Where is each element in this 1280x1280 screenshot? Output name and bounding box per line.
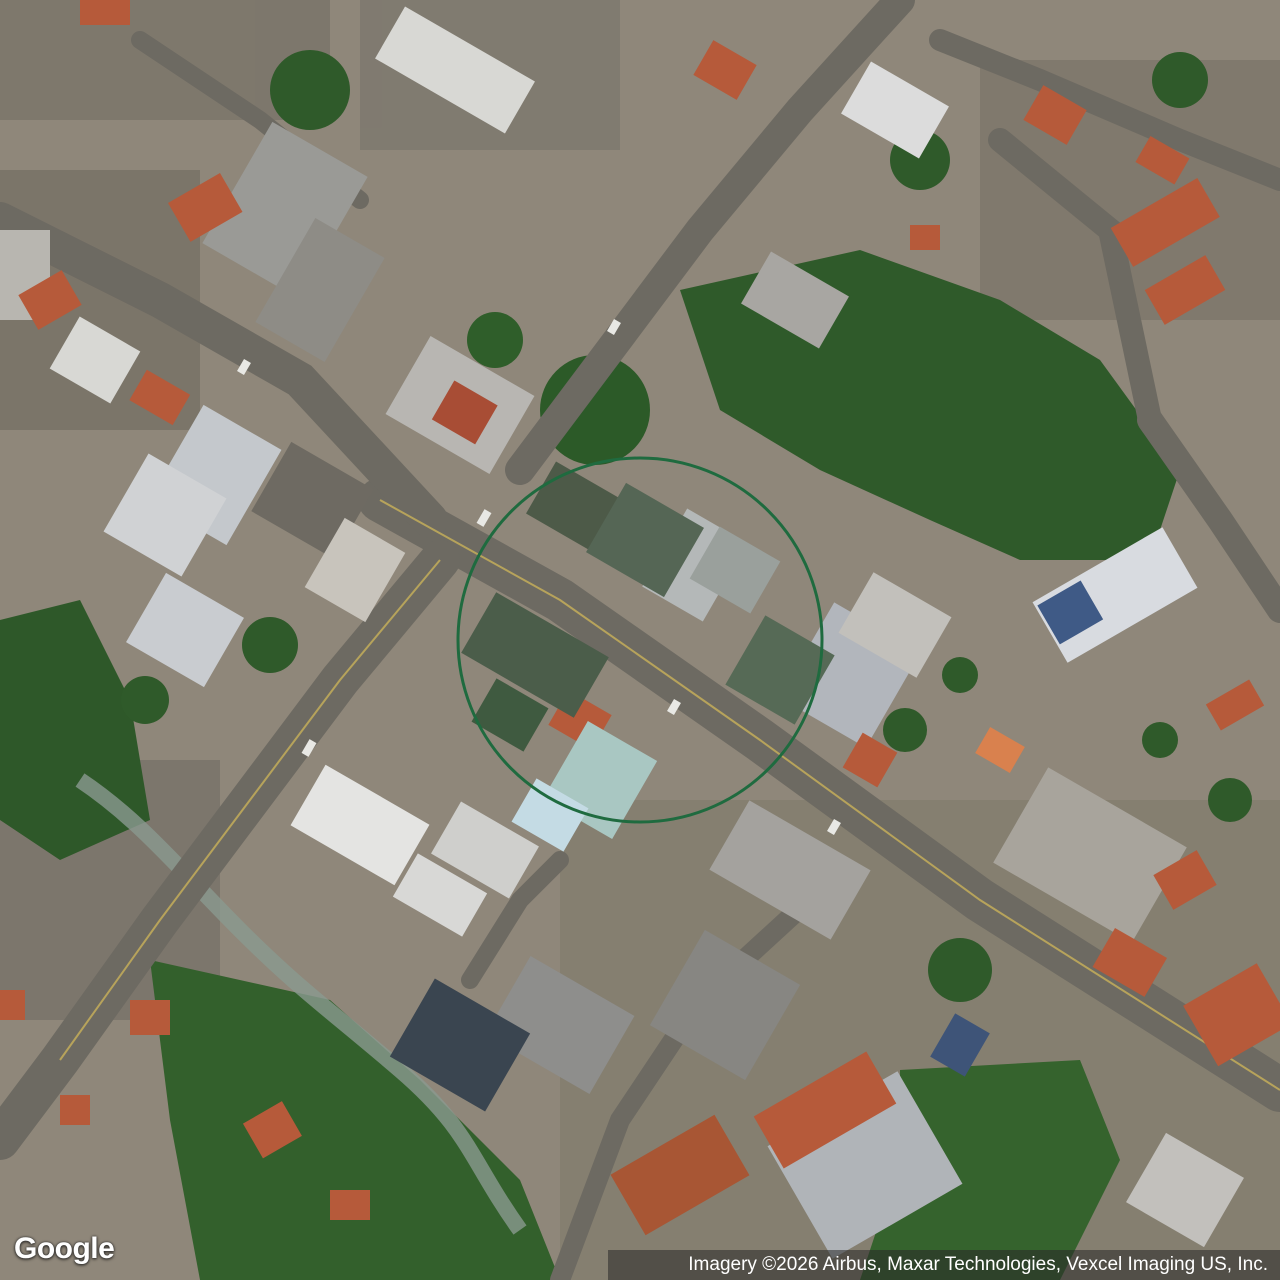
aerial-imagery [0, 0, 1280, 1280]
google-logo: Google [14, 1232, 115, 1265]
imagery-attribution[interactable]: Imagery ©2026 Airbus, Maxar Technologies… [608, 1250, 1280, 1280]
satellite-map[interactable]: Google Imagery ©2026 Airbus, Maxar Techn… [0, 0, 1280, 1280]
